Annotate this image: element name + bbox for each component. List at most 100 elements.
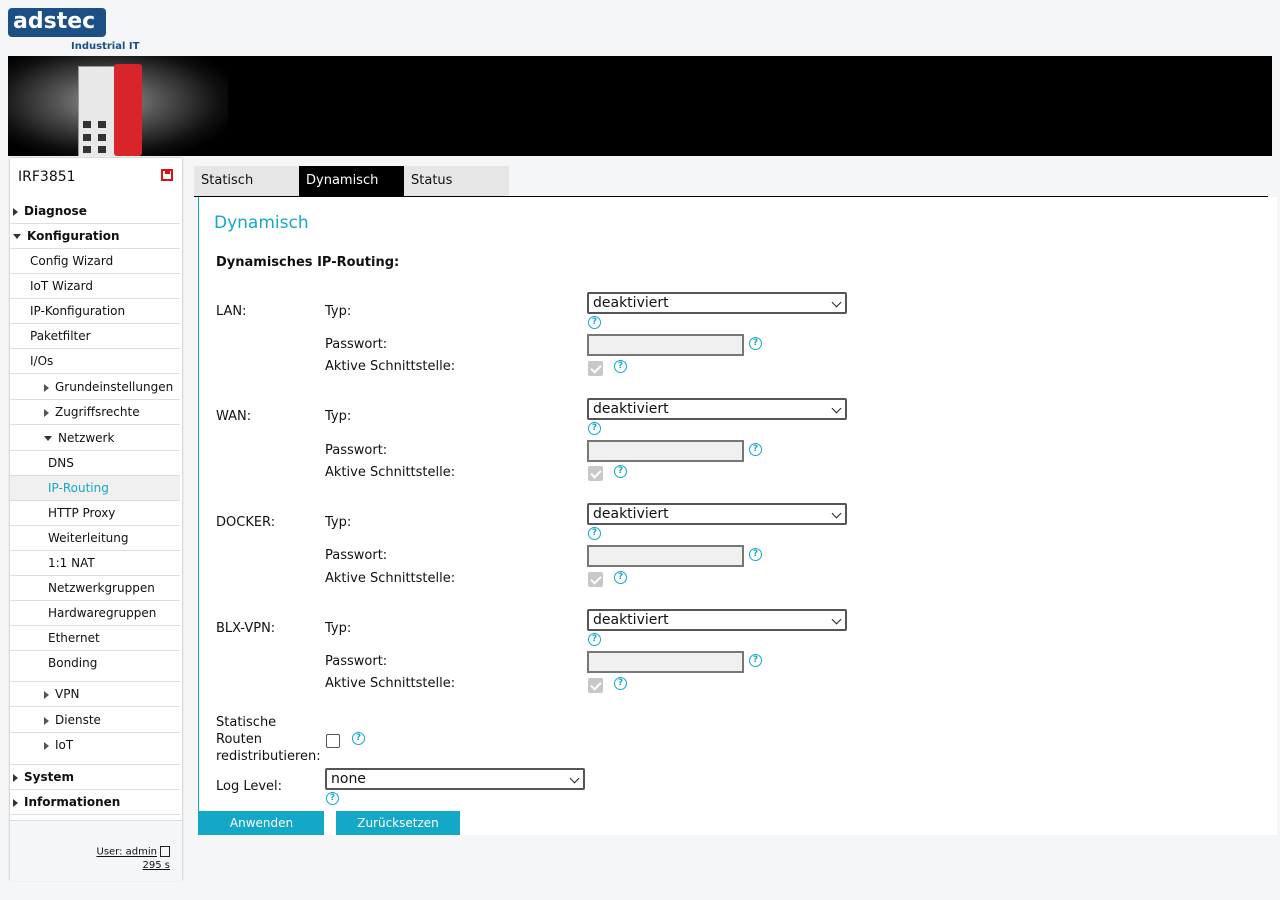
sidebar-item-label: Config Wizard	[30, 254, 114, 268]
tab-status[interactable]: Status	[404, 166, 509, 196]
sidebar-item-config-wizard[interactable]: Config Wizard	[10, 249, 180, 274]
log-level-select[interactable]: none	[325, 768, 585, 790]
type-label: Typ:	[325, 304, 352, 319]
sidebar-item-dienste[interactable]: Dienste	[10, 708, 180, 733]
help-icon[interactable]: ?	[352, 732, 365, 745]
blx-vpn-active-checkbox[interactable]	[588, 678, 603, 693]
help-icon[interactable]: ?	[749, 548, 762, 561]
help-icon[interactable]: ?	[588, 527, 601, 540]
tab-statisch[interactable]: Statisch	[194, 166, 299, 196]
sidebar-item-grundeinstellungen[interactable]: Grundeinstellungen	[10, 375, 180, 400]
sidebar-item-vpn[interactable]: VPN	[10, 682, 180, 707]
logo-text: adstec	[13, 9, 96, 34]
sidebar-item-iot-wizard[interactable]: IoT Wizard	[10, 274, 180, 299]
sidebar-item-ios[interactable]: I/Os	[10, 349, 180, 374]
help-icon[interactable]: ?	[326, 792, 339, 805]
save-icon[interactable]	[161, 169, 173, 181]
device-red-housing	[114, 64, 142, 156]
sidebar-item-zugriffsrechte[interactable]: Zugriffsrechte	[10, 400, 180, 425]
tab-dynamisch[interactable]: Dynamisch	[299, 166, 404, 196]
help-icon[interactable]: ?	[614, 465, 627, 478]
help-icon[interactable]: ?	[749, 337, 762, 350]
caret-down-icon	[13, 234, 21, 239]
select-value: deaktiviert	[593, 612, 669, 628]
redistribute-label-line3: redistributieren:	[216, 749, 321, 764]
help-icon[interactable]: ?	[749, 443, 762, 456]
sidebar-item-paketfilter[interactable]: Paketfilter	[10, 324, 180, 349]
session-timer[interactable]: 295 s	[143, 860, 170, 871]
lan-type-select[interactable]: deaktiviert	[587, 292, 847, 314]
sidebar-item-dns[interactable]: DNS	[10, 451, 180, 476]
sidebar-footer: User: admin 295 s	[10, 820, 182, 881]
docker-label: DOCKER:	[216, 515, 276, 530]
select-value: none	[331, 771, 366, 787]
type-label: Typ:	[325, 515, 352, 530]
sidebar-item-bonding[interactable]: Bonding	[10, 651, 180, 682]
sidebar: IRF3851 Diagnose Konfiguration Config Wi…	[10, 158, 182, 881]
help-icon[interactable]: ?	[749, 654, 762, 667]
sidebar-item-label: IoT	[55, 738, 74, 752]
sidebar-item-label: Ethernet	[48, 631, 100, 645]
help-icon[interactable]: ?	[588, 316, 601, 329]
sidebar-item-system[interactable]: System	[10, 765, 180, 790]
logo-subtitle: Industrial IT	[71, 41, 140, 52]
user-label: User: admin	[96, 846, 158, 858]
sidebar-item-konfiguration[interactable]: Konfiguration	[10, 224, 180, 249]
active-interface-label: Aktive Schnittstelle:	[325, 571, 456, 586]
wan-active-checkbox[interactable]	[588, 466, 603, 481]
sidebar-item-hardwaregruppen[interactable]: Hardwaregruppen	[10, 601, 180, 626]
sidebar-item-label: Konfiguration	[27, 229, 120, 243]
wan-password-input[interactable]	[587, 440, 744, 462]
sidebar-item-label: 1:1 NAT	[48, 556, 95, 570]
sidebar-item-netzwerk[interactable]: Netzwerk	[10, 426, 180, 451]
header-banner	[8, 56, 1272, 156]
blx-vpn-label: BLX-VPN:	[216, 621, 276, 636]
sidebar-item-label: Hardwaregruppen	[48, 606, 157, 620]
wan-type-select[interactable]: deaktiviert	[587, 398, 847, 420]
device-port	[98, 121, 106, 128]
sidebar-item-label: System	[24, 770, 74, 784]
sidebar-item-http-proxy[interactable]: HTTP Proxy	[10, 501, 180, 526]
device-title: IRF3851	[18, 169, 76, 185]
docker-password-input[interactable]	[587, 545, 744, 567]
sidebar-item-ip-konfiguration[interactable]: IP-Konfiguration	[10, 299, 180, 324]
sidebar-item-label: Diagnose	[24, 204, 87, 218]
sidebar-item-diagnose[interactable]: Diagnose	[10, 199, 180, 224]
sidebar-item-netzwerkgruppen[interactable]: Netzwerkgruppen	[10, 576, 180, 601]
type-label: Typ:	[325, 409, 352, 424]
sidebar-item-label: Zugriffsrechte	[55, 405, 140, 419]
active-interface-label: Aktive Schnittstelle:	[325, 465, 456, 480]
sidebar-item-informationen[interactable]: Informationen	[10, 790, 180, 815]
log-level-label: Log Level:	[216, 779, 283, 794]
blx-vpn-type-select[interactable]: deaktiviert	[587, 609, 847, 631]
reset-button[interactable]: Zurücksetzen	[336, 811, 460, 835]
apply-button[interactable]: Anwenden	[199, 811, 324, 835]
lan-active-checkbox[interactable]	[588, 361, 603, 376]
help-icon[interactable]: ?	[588, 422, 601, 435]
sidebar-item-iot[interactable]: IoT	[10, 733, 180, 765]
caret-right-icon	[13, 207, 18, 216]
sidebar-item-ip-routing[interactable]: IP-Routing	[10, 476, 180, 501]
help-icon[interactable]: ?	[588, 633, 601, 646]
blx-vpn-password-input[interactable]	[587, 651, 744, 673]
chevron-down-icon	[831, 403, 842, 414]
sidebar-item-label: Netzwerkgruppen	[48, 581, 155, 595]
help-icon[interactable]: ?	[614, 360, 627, 373]
docker-active-checkbox[interactable]	[588, 572, 603, 587]
active-interface-label: Aktive Schnittstelle:	[325, 359, 456, 374]
help-icon[interactable]: ?	[614, 677, 627, 690]
sidebar-item-label: Informationen	[24, 795, 121, 809]
help-icon[interactable]: ?	[614, 571, 627, 584]
lan-password-input[interactable]	[587, 334, 744, 356]
sidebar-item-label: IoT Wizard	[30, 279, 93, 293]
lan-label: LAN:	[216, 304, 247, 319]
redistribute-label-line2: Routen	[216, 732, 262, 747]
docker-type-select[interactable]: deaktiviert	[587, 503, 847, 525]
sidebar-item-1-1-nat[interactable]: 1:1 NAT	[10, 551, 180, 576]
device-port	[98, 146, 106, 153]
user-logout-link[interactable]: User: admin	[96, 846, 170, 858]
sidebar-item-weiterleitung[interactable]: Weiterleitung	[10, 526, 180, 551]
redistribute-checkbox[interactable]	[326, 734, 340, 748]
device-port	[98, 134, 106, 141]
sidebar-item-ethernet[interactable]: Ethernet	[10, 626, 180, 651]
